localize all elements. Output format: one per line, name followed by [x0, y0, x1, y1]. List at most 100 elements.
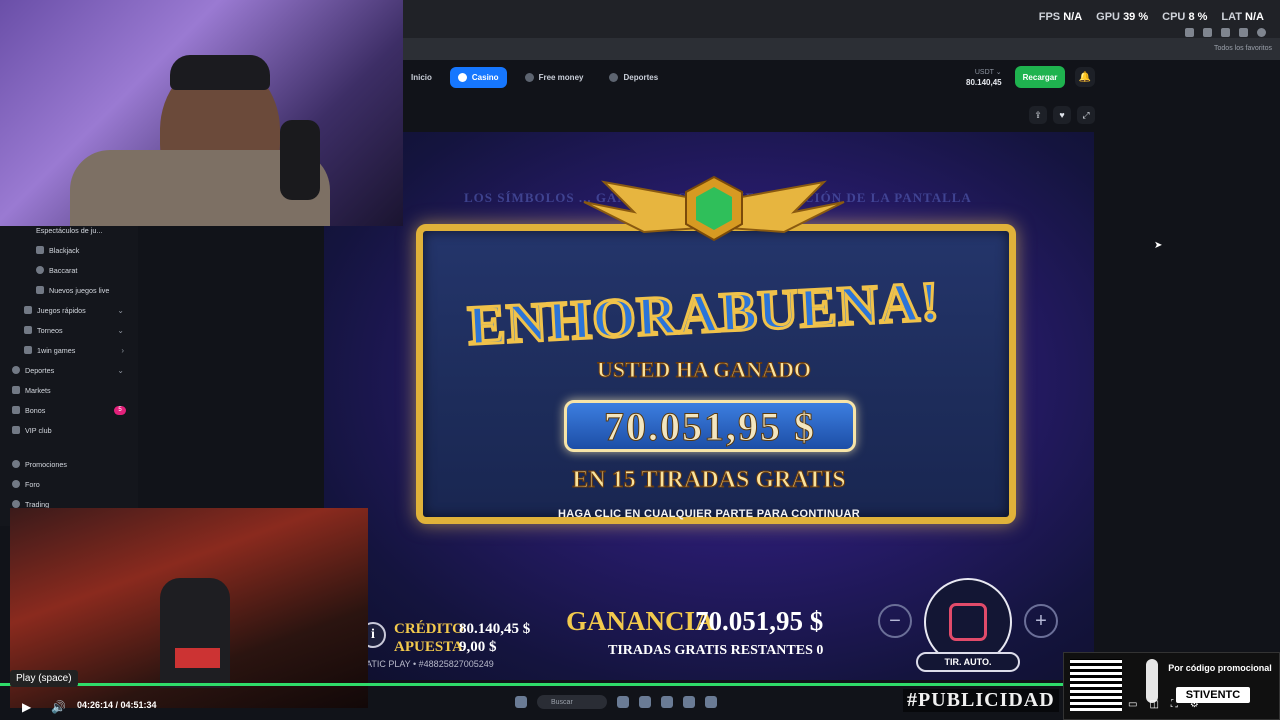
settings-icon[interactable]: ⚙: [1190, 699, 1199, 710]
nav-casino[interactable]: Casino: [449, 66, 507, 88]
chip-icon: [36, 266, 44, 274]
trading-icon: [12, 500, 20, 508]
autoplay-button[interactable]: TIR. AUTO.: [916, 652, 1020, 672]
won-label: USTED HA GANADO: [597, 357, 812, 383]
won-amount: 70.051,95 $: [604, 403, 816, 449]
fps-label: FPS: [1038, 11, 1061, 23]
credit-bet-values: 80.140,45 $ 9,00 $: [459, 620, 530, 656]
edge-icon[interactable]: [661, 696, 673, 708]
sidebar: Espectáculos de ju... Blackjack Baccarat…: [0, 226, 138, 526]
fullscreen-icon[interactable]: ⛶: [1171, 699, 1178, 710]
nav-deportes-label: Deportes: [623, 72, 659, 82]
sidebar-item-vip[interactable]: VIP club: [0, 421, 138, 439]
sidebar-item-label: Bonos: [25, 405, 46, 415]
promo-text: Por código promocional: [1168, 663, 1272, 673]
address-bar[interactable]: [403, 38, 1280, 60]
gift-icon: [12, 406, 20, 414]
ball-icon: [609, 72, 619, 82]
sidebar-item-label: Baccarat: [49, 265, 78, 275]
star-icon[interactable]: [1203, 28, 1212, 37]
gift-icon: [524, 72, 534, 82]
chevron-down-icon: ⌄: [117, 305, 124, 315]
cpu-value: 8 %: [1188, 11, 1208, 23]
volume-icon[interactable]: 🔊: [51, 700, 66, 714]
shorts: [175, 648, 220, 668]
sidebar-item-label: Promociones: [25, 459, 67, 469]
win-label: GANANCIA: [566, 606, 715, 636]
player-right-controls: ▭ ◫ ⛶ ⚙: [1128, 699, 1199, 710]
nav-deportes[interactable]: Deportes: [601, 67, 666, 88]
cast-icon[interactable]: [1185, 28, 1194, 37]
video-time: 04:26:14 / 04:51:34: [77, 700, 157, 710]
free-spins-text: EN 15 TIRADAS GRATIS: [572, 467, 846, 494]
sidebar-item-baccarat[interactable]: Baccarat: [0, 261, 138, 279]
chevron-right-icon: ›: [121, 345, 124, 355]
sidebar-item-markets[interactable]: Markets: [0, 381, 138, 399]
profile-avatar[interactable]: [1257, 28, 1266, 37]
bet-label: APUESTA: [394, 639, 463, 655]
sidebar-item-label: Foro: [25, 479, 40, 489]
sidebar-item-label: 1win games: [37, 345, 76, 355]
publicidad-label: #PUBLICIDAD: [903, 689, 1059, 712]
performance-hud: FPS N/A GPU 39 % CPU 8 % LAT N/A: [1039, 11, 1264, 23]
taskbar-search[interactable]: Buscar: [537, 695, 607, 709]
chrome-icon[interactable]: [683, 696, 695, 708]
phone-icon: [1146, 659, 1158, 703]
sidebar-item-juegos-rapidos[interactable]: Juegos rápidos ⌄: [0, 301, 138, 319]
gpu-label: GPU: [1096, 11, 1120, 23]
sidebar-item-promociones[interactable]: Promociones: [0, 455, 138, 473]
sidebar-item-label: Markets: [25, 385, 51, 395]
folder-icon[interactable]: [639, 696, 651, 708]
windows-icon[interactable]: [515, 696, 527, 708]
continue-hint: HAGA CLIC EN CUALQUIER PARTE PARA CONTIN…: [558, 508, 860, 520]
bolt-icon: [24, 306, 32, 314]
puzzle-icon[interactable]: [1239, 28, 1248, 37]
sidebar-item-1win-games[interactable]: 1win games ›: [0, 341, 138, 359]
nav-free-money[interactable]: Free money: [517, 67, 592, 88]
share-icon[interactable]: ⇪: [1029, 106, 1047, 124]
bookmarks-folder[interactable]: Todos los favoritos: [1214, 45, 1272, 52]
app-icon[interactable]: [617, 696, 629, 708]
nav-inicio[interactable]: Inicio: [403, 67, 440, 88]
wallet-currency[interactable]: USDT ⌄: [966, 68, 1002, 78]
captions-icon[interactable]: ▭: [1128, 699, 1137, 710]
play-tooltip: Play (space): [10, 670, 78, 687]
decrease-bet-button[interactable]: −: [878, 604, 912, 638]
fullscreen-icon[interactable]: ⤢: [1077, 106, 1095, 124]
wallet-balance: 80.140,45: [966, 78, 1002, 87]
cpu-label: CPU: [1162, 11, 1186, 23]
lat-label: LAT: [1221, 11, 1242, 23]
sidebar-item-label: Espectáculos de ju...: [36, 225, 103, 235]
credit-label: CRÉDITO: [394, 621, 464, 637]
slot-game[interactable]: LOS SÍMBOLOS ... GANAN EN CUALQUIER POSI…: [324, 132, 1094, 680]
sidebar-item-foro[interactable]: Foro: [0, 475, 138, 493]
sidebar-item-blackjack[interactable]: Blackjack: [0, 241, 138, 259]
chat-icon: [12, 480, 20, 488]
bell-icon[interactable]: 🔔: [1075, 67, 1095, 87]
chevron-down-icon: ⌄: [117, 365, 124, 375]
sidebar-item-deportes[interactable]: Deportes ⌄: [0, 361, 138, 379]
credit-value: 80.140,45 $: [459, 621, 531, 637]
sidebar-item-label: Juegos rápidos: [37, 305, 86, 315]
recargar-button[interactable]: Recargar: [1015, 66, 1065, 88]
cards-icon: [36, 246, 44, 254]
sidebar-item-torneos[interactable]: Torneos ⌄: [0, 321, 138, 339]
win-value: 70.051,95 $: [695, 606, 824, 636]
heart-icon[interactable]: ♥: [1053, 106, 1071, 124]
ball-icon: [12, 366, 20, 374]
gem-crest-icon: [583, 175, 845, 242]
video-progress-fill: [0, 683, 1170, 686]
play-icon[interactable]: ▶: [22, 700, 31, 714]
wallet[interactable]: USDT ⌄ 80.140,45: [966, 68, 1002, 87]
nav-inicio-label: Inicio: [411, 72, 432, 82]
app-icon-2[interactable]: [705, 696, 717, 708]
sidebar-item-label: Torneos: [37, 325, 63, 335]
miniplayer-icon[interactable]: ◫: [1149, 699, 1158, 710]
sidebar-item-nuevos-live[interactable]: Nuevos juegos live: [0, 281, 138, 299]
person-figure: [160, 578, 230, 688]
extension-icon[interactable]: [1221, 28, 1230, 37]
sidebar-item-bonos[interactable]: Bonos 5: [0, 401, 138, 419]
increase-bet-button[interactable]: +: [1024, 604, 1058, 638]
sidebar-item-label: Deportes: [25, 365, 55, 375]
browser-toolbar: [1185, 28, 1266, 37]
